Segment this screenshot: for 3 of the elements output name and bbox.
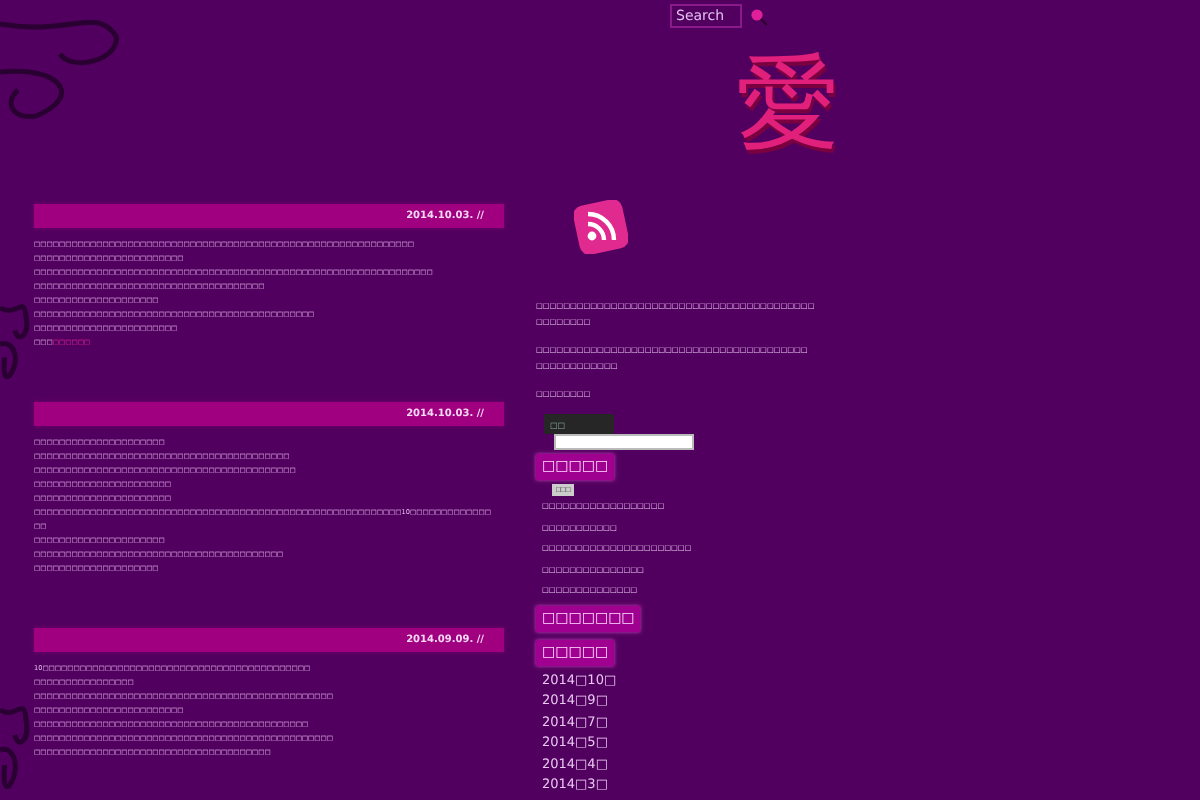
search-field[interactable] bbox=[554, 434, 694, 450]
search-icon[interactable] bbox=[750, 7, 768, 25]
rss-icon[interactable] bbox=[574, 200, 628, 254]
